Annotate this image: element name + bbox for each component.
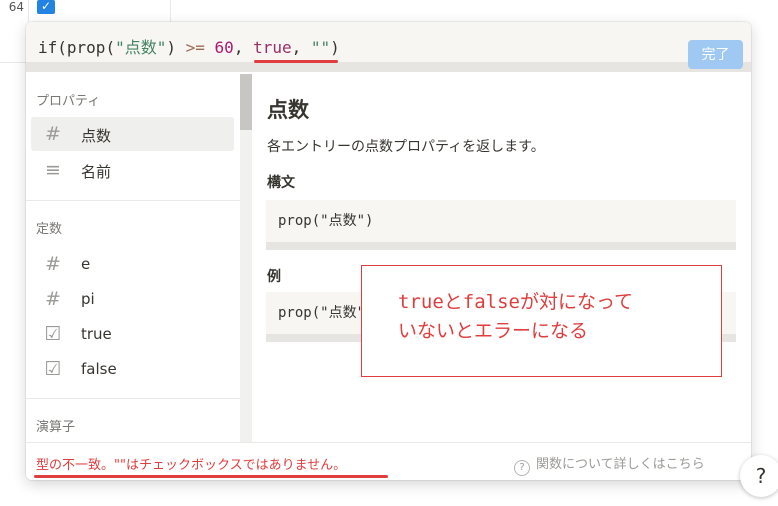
formula-editor-popup: if(prop("点数") >= 60, true, "") 完了 プロパティ … — [26, 22, 751, 480]
question-circle-icon: ? — [514, 460, 530, 476]
hash-icon: # — [45, 123, 61, 145]
sidebar-scrollbar-thumb[interactable] — [240, 74, 252, 130]
formula-input-area[interactable]: if(prop("点数") >= 60, true, "") 完了 — [26, 22, 751, 72]
token-true: true — [253, 38, 292, 57]
sidebar-item-label: e — [81, 255, 91, 273]
hash-icon: # — [45, 288, 61, 310]
checkbox-icon: ☑ — [44, 323, 62, 345]
column-divider — [170, 0, 171, 22]
sidebar-item-label: 点数 — [81, 127, 112, 145]
syntax-heading: 構文 — [267, 175, 295, 191]
token-comma: , — [233, 38, 244, 57]
error-highlight-underline — [34, 475, 388, 478]
sidebar-item-e[interactable]: # e — [31, 247, 234, 281]
editor-scrollbar[interactable] — [26, 62, 751, 72]
token-operator: >= — [185, 38, 205, 57]
row-divider — [0, 62, 26, 63]
section-title-constants: 定数 — [36, 222, 63, 237]
token-comma: , — [291, 38, 302, 57]
functions-help-link[interactable]: ? 関数について詳しくはこちら — [514, 453, 705, 476]
floating-help-button[interactable]: ? — [740, 455, 778, 497]
error-highlight-underline — [254, 60, 338, 63]
sidebar-item-true[interactable]: ☑ true — [31, 317, 234, 351]
token-prop-name: "点数" — [115, 38, 167, 57]
sidebar-item-label: true — [81, 325, 112, 343]
checkbox-checked-icon[interactable]: ✓ — [37, 0, 55, 14]
checkbox-icon: ☑ — [44, 358, 62, 380]
sidebar-item-label: false — [81, 360, 117, 378]
annotation-text: trueとfalseが対になって いないとエラーになる — [398, 288, 708, 346]
row-number: 64 — [8, 0, 24, 14]
section-divider — [26, 398, 240, 399]
sidebar-item-score[interactable]: # 点数 — [31, 117, 234, 151]
section-title-operators: 演算子 — [36, 420, 76, 435]
detail-description: 各エントリーの点数プロパティを返します。 — [267, 139, 545, 155]
syntax-code-block: prop("点数") — [266, 200, 736, 250]
sidebar-item-label: 名前 — [81, 163, 112, 181]
background-table-row: 64 ✓ — [0, 0, 778, 22]
syntax-code: prop("点数") — [278, 213, 374, 229]
annotation-callout-box: trueとfalseが対になって いないとエラーになる — [361, 265, 722, 377]
popup-footer: 型の不一致。""はチェックボックスではありません。 ? 関数について詳しくはこちら — [26, 442, 751, 480]
hash-icon: # — [45, 253, 61, 275]
token-close: ) — [330, 38, 340, 57]
sidebar-item-label: pi — [81, 290, 95, 308]
token-if: if( — [38, 38, 67, 57]
token-number: 60 — [214, 38, 234, 57]
token-prop: prop( — [66, 38, 116, 57]
type-mismatch-error: 型の不一致。""はチェックボックスではありません。 — [36, 458, 347, 473]
annotation-line-1: trueとfalseが対になって — [398, 291, 634, 313]
token-paren: ) — [166, 38, 176, 57]
formula-input[interactable]: if(prop("点数") >= 60, true, "") — [38, 34, 340, 58]
sidebar-item-name[interactable]: ≡ 名前 — [31, 153, 234, 187]
sidebar-item-false[interactable]: ☑ false — [31, 352, 234, 386]
token-empty-string: "" — [310, 38, 331, 57]
function-sidebar: プロパティ # 点数 ≡ 名前 定数 # e # pi ☑ true ☑ fal… — [26, 72, 252, 442]
code-scrollbar[interactable] — [266, 242, 736, 250]
column-divider — [28, 0, 29, 22]
help-link-label: 関数について詳しくはこちら — [536, 457, 705, 472]
annotation-line-2: いないとエラーになる — [398, 320, 589, 342]
done-button[interactable]: 完了 — [688, 40, 743, 69]
function-detail-panel: 点数 各エントリーの点数プロパティを返します。 構文 prop("点数") 例 … — [252, 72, 751, 442]
detail-title: 点数 — [267, 98, 309, 122]
section-title-properties: プロパティ — [36, 94, 101, 109]
text-lines-icon: ≡ — [45, 159, 61, 181]
example-code: prop("点数") — [278, 305, 374, 321]
sidebar-item-pi[interactable]: # pi — [31, 282, 234, 316]
section-divider — [26, 200, 240, 201]
example-heading: 例 — [267, 269, 281, 285]
